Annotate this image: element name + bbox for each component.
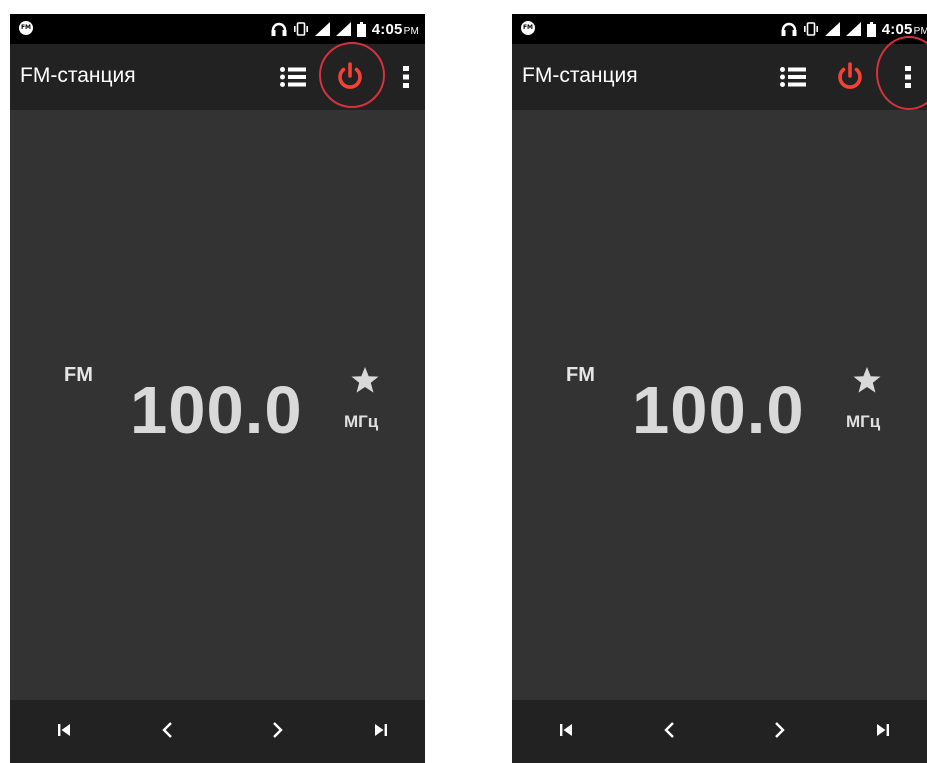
frequency-display: 100.0 — [632, 373, 805, 448]
chevron-right-icon[interactable] — [265, 718, 289, 742]
frequency-unit: МГц — [846, 412, 881, 431]
frequency-unit: МГц — [344, 412, 379, 431]
signal-icon — [335, 22, 351, 36]
bottom-controls — [512, 700, 927, 763]
chevron-right-icon[interactable] — [767, 718, 791, 742]
list-icon[interactable] — [778, 62, 808, 92]
star-icon[interactable] — [350, 366, 380, 394]
fm-radio-notification-icon: FM — [521, 21, 535, 35]
list-icon[interactable] — [278, 62, 308, 92]
battery-icon — [866, 21, 876, 37]
skip-previous-icon[interactable] — [554, 718, 578, 742]
status-bar: FM 4:05PM — [512, 14, 927, 44]
tuner-display: FM 100.0 МГц — [10, 110, 425, 700]
comparison-canvas: FM 4:05PM FM-станция FM 100.0 МГц FM 4:0… — [0, 0, 927, 763]
vibrate-icon — [293, 22, 308, 36]
skip-next-icon[interactable] — [871, 718, 895, 742]
app-bar: FM-станция — [10, 42, 425, 110]
signal-icon — [845, 22, 861, 36]
chevron-left-icon[interactable] — [156, 718, 180, 742]
chevron-left-icon[interactable] — [658, 718, 682, 742]
app-title: FM-станция — [20, 64, 136, 87]
phone-screen-left: FM 4:05PM FM-станция FM 100.0 МГц — [10, 14, 425, 763]
headphones-icon — [781, 22, 797, 36]
battery-icon — [356, 21, 366, 37]
headphones-icon — [271, 22, 287, 36]
status-time: 4:05PM — [881, 20, 927, 38]
app-title: FM-станция — [522, 64, 638, 87]
app-bar: FM-станция — [512, 36, 927, 110]
power-icon[interactable] — [333, 60, 367, 94]
star-icon[interactable] — [852, 366, 882, 394]
status-time: 4:05PM — [371, 20, 419, 38]
tuner-display: FM 100.0 МГц — [512, 110, 927, 700]
more-vert-icon[interactable] — [900, 62, 916, 92]
vibrate-icon — [803, 22, 818, 36]
power-icon[interactable] — [833, 60, 867, 94]
band-label: FM — [566, 364, 595, 386]
skip-previous-icon[interactable] — [52, 718, 76, 742]
frequency-display: 100.0 — [130, 373, 303, 448]
phone-screen-right: FM 4:05PM FM-станция FM 100.0 МГц — [512, 14, 927, 763]
signal-icon — [314, 22, 330, 36]
signal-icon — [824, 22, 840, 36]
status-bar: FM 4:05PM — [10, 14, 425, 44]
fm-radio-notification-icon: FM — [19, 21, 33, 35]
bottom-controls — [10, 700, 425, 763]
skip-next-icon[interactable] — [369, 718, 393, 742]
more-vert-icon[interactable] — [398, 62, 414, 92]
band-label: FM — [64, 364, 93, 386]
